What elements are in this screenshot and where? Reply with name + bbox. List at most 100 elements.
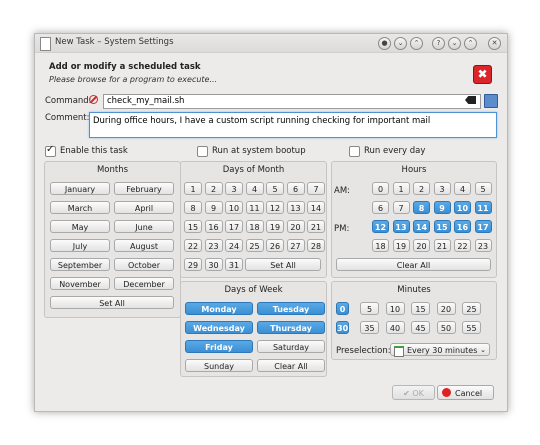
command-input[interactable] xyxy=(104,95,447,107)
month-june-button[interactable]: June xyxy=(114,220,174,233)
month-august-button[interactable]: August xyxy=(114,239,174,252)
day-21-button[interactable]: 21 xyxy=(307,220,325,233)
day-8-button[interactable]: 8 xyxy=(184,201,202,214)
hour-9-button[interactable]: 9 xyxy=(433,201,451,214)
months-set-all-button[interactable]: Set All xyxy=(50,296,174,309)
hour-4-button[interactable]: 4 xyxy=(454,182,471,195)
maximize-icon[interactable]: ⌃ xyxy=(464,37,477,50)
minute-55-button[interactable]: 55 xyxy=(462,321,481,334)
hour-10-button[interactable]: 10 xyxy=(454,201,471,214)
day-7-button[interactable]: 7 xyxy=(307,182,325,195)
minute-40-button[interactable]: 40 xyxy=(385,321,405,334)
minute-10-button[interactable]: 10 xyxy=(385,302,405,315)
minute-15-button[interactable]: 15 xyxy=(411,302,430,315)
day-14-button[interactable]: 14 xyxy=(307,201,325,214)
hour-13-button[interactable]: 13 xyxy=(392,220,410,233)
comment-field[interactable]: During office hours, I have a custom scr… xyxy=(89,112,497,139)
day-15-button[interactable]: 15 xyxy=(184,220,202,233)
day-12-button[interactable]: 12 xyxy=(266,201,284,214)
month-january-button[interactable]: January xyxy=(50,182,110,195)
hour-22-button[interactable]: 22 xyxy=(454,239,471,252)
day-28-button[interactable]: 28 xyxy=(307,239,325,252)
month-july-button[interactable]: July xyxy=(50,239,110,252)
day-6-button[interactable]: 6 xyxy=(286,182,305,195)
month-february-button[interactable]: February xyxy=(114,182,174,195)
hour-0-button[interactable]: 0 xyxy=(372,182,389,195)
day-22-button[interactable]: 22 xyxy=(184,239,202,252)
enable-task-checkbox[interactable] xyxy=(45,144,56,157)
weekday-thursday-button[interactable]: Thursday xyxy=(257,321,325,334)
day-19-button[interactable]: 19 xyxy=(266,220,284,233)
weekday-sunday-button[interactable]: Sunday xyxy=(185,359,253,372)
minute-35-button[interactable]: 35 xyxy=(360,321,379,334)
browse-folder-icon[interactable] xyxy=(484,94,498,108)
hour-18-button[interactable]: 18 xyxy=(372,239,389,252)
cancel-button[interactable]: Cancel xyxy=(437,385,494,400)
hour-23-button[interactable]: 23 xyxy=(474,239,492,252)
hour-2-button[interactable]: 2 xyxy=(413,182,430,195)
hour-3-button[interactable]: 3 xyxy=(433,182,451,195)
minute-25-button[interactable]: 25 xyxy=(462,302,481,315)
month-october-button[interactable]: October xyxy=(114,258,174,271)
day-11-button[interactable]: 11 xyxy=(245,201,264,214)
comment-input[interactable]: During office hours, I have a custom scr… xyxy=(90,113,494,139)
day-29-button[interactable]: 29 xyxy=(184,258,202,271)
day-23-button[interactable]: 23 xyxy=(204,239,223,252)
day-26-button[interactable]: 26 xyxy=(266,239,284,252)
minute-20-button[interactable]: 20 xyxy=(436,302,456,315)
hour-21-button[interactable]: 21 xyxy=(433,239,451,252)
minute-0-button[interactable]: 0 xyxy=(336,302,349,315)
help-icon[interactable]: ? xyxy=(432,37,445,50)
day-13-button[interactable]: 13 xyxy=(286,201,305,214)
day-10-button[interactable]: 10 xyxy=(225,201,243,214)
weekday-tuesday-button[interactable]: Tuesday xyxy=(257,302,325,315)
hour-1-button[interactable]: 1 xyxy=(392,182,410,195)
day-4-button[interactable]: 4 xyxy=(245,182,264,195)
weekday-monday-button[interactable]: Monday xyxy=(185,302,253,315)
month-may-button[interactable]: May xyxy=(50,220,110,233)
day-18-button[interactable]: 18 xyxy=(245,220,264,233)
hour-19-button[interactable]: 19 xyxy=(392,239,410,252)
month-december-button[interactable]: December xyxy=(114,277,174,290)
day-24-button[interactable]: 24 xyxy=(225,239,243,252)
day-9-button[interactable]: 9 xyxy=(204,201,223,214)
minute-50-button[interactable]: 50 xyxy=(436,321,456,334)
day-27-button[interactable]: 27 xyxy=(286,239,305,252)
title-bar[interactable]: New Task – System Settings ● ⌄ ⌃ ? ⌄ ⌃ ✕ xyxy=(35,34,507,53)
hour-20-button[interactable]: 20 xyxy=(413,239,430,252)
month-november-button[interactable]: November xyxy=(50,277,110,290)
month-march-button[interactable]: March xyxy=(50,201,110,214)
ok-button[interactable]: ✔ OK xyxy=(392,385,435,400)
month-september-button[interactable]: September xyxy=(50,258,110,271)
minute-45-button[interactable]: 45 xyxy=(411,321,430,334)
day-31-button[interactable]: 31 xyxy=(225,258,243,271)
minimize-icon[interactable]: ⌄ xyxy=(448,37,461,50)
hour-11-button[interactable]: 11 xyxy=(474,201,492,214)
hour-14-button[interactable]: 14 xyxy=(413,220,430,233)
run-at-bootup-checkbox[interactable] xyxy=(197,146,208,157)
day-2-button[interactable]: 2 xyxy=(204,182,223,195)
hours-clear-all-button[interactable]: Clear All xyxy=(336,258,491,271)
command-field[interactable] xyxy=(103,94,481,109)
preselection-dropdown[interactable]: Every 30 minutes ⌄ xyxy=(390,343,490,357)
run-every-day-checkbox[interactable] xyxy=(349,146,360,157)
day-16-button[interactable]: 16 xyxy=(204,220,223,233)
hour-15-button[interactable]: 15 xyxy=(433,220,451,233)
hour-12-button[interactable]: 12 xyxy=(372,220,389,233)
hour-7-button[interactable]: 7 xyxy=(392,201,410,214)
minute-5-button[interactable]: 5 xyxy=(360,302,379,315)
hour-8-button[interactable]: 8 xyxy=(413,201,430,214)
weekday-friday-button[interactable]: Friday xyxy=(185,340,253,353)
weekday-wednesday-button[interactable]: Wednesday xyxy=(185,321,253,334)
days-of-month-set-all-button[interactable]: Set All xyxy=(245,258,321,271)
day-30-button[interactable]: 30 xyxy=(204,258,223,271)
close-window-icon[interactable]: ✕ xyxy=(488,37,501,50)
window-menu-icon[interactable]: ● xyxy=(378,37,391,50)
keep-above-icon[interactable]: ⌃ xyxy=(410,37,423,50)
month-april-button[interactable]: April xyxy=(114,201,174,214)
day-1-button[interactable]: 1 xyxy=(184,182,202,195)
day-17-button[interactable]: 17 xyxy=(225,220,243,233)
day-25-button[interactable]: 25 xyxy=(245,239,264,252)
days-of-week-clear-all-button[interactable]: Clear All xyxy=(257,359,325,372)
shade-icon[interactable]: ⌄ xyxy=(394,37,407,50)
